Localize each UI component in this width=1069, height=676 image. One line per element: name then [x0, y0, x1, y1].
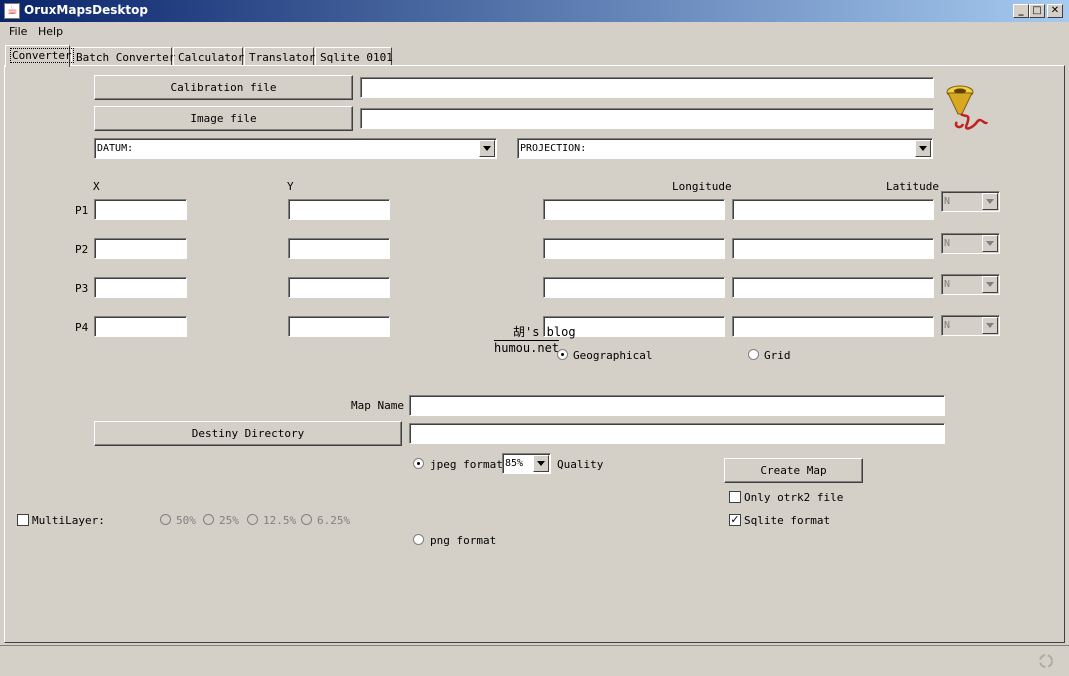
minimize-button[interactable]: _	[1013, 4, 1029, 18]
close-button[interactable]: ✕	[1047, 4, 1063, 18]
datum-value: DATUM:	[97, 143, 134, 154]
p3-y-field[interactable]	[288, 277, 390, 298]
tab-translator[interactable]: Translator	[244, 47, 315, 66]
window-title: OruxMapsDesktop	[24, 3, 148, 17]
menu-file[interactable]: File	[9, 25, 27, 38]
chevron-down-icon	[982, 276, 998, 293]
tab-converter[interactable]: Converter	[5, 45, 74, 67]
tab-label: Converter	[10, 48, 74, 63]
quality-label: Quality	[557, 458, 604, 471]
geographical-label: Geographical	[573, 349, 653, 362]
java-cup-icon[interactable]: ☕	[4, 3, 20, 19]
calibration-file-field[interactable]	[360, 77, 934, 98]
quality-value: 85%	[505, 458, 524, 469]
oruxmaps-funnel-logo	[943, 82, 989, 134]
column-x-label: X	[93, 180, 100, 193]
busy-spinner-icon	[1038, 653, 1054, 669]
p2-y-field[interactable]	[288, 238, 390, 259]
scale-25-label: 25%	[219, 514, 239, 527]
jpeg-format-label: jpeg format	[430, 458, 503, 471]
image-file-field[interactable]	[360, 108, 934, 129]
only-otrk2-label: Only otrk2 file	[744, 491, 844, 504]
scale-25-radio[interactable]	[203, 514, 214, 525]
watermark-text: 胡's blog	[513, 325, 576, 339]
title-bar: ☕ OruxMapsDesktop _ □ ✕	[0, 0, 1069, 22]
point-label: P3	[75, 282, 89, 295]
grid-radio[interactable]	[748, 349, 759, 360]
chevron-down-icon[interactable]	[479, 140, 495, 157]
png-format-radio[interactable]	[413, 534, 424, 545]
chevron-down-icon	[982, 235, 998, 252]
status-bar	[0, 645, 1069, 676]
p1-longitude-field[interactable]	[543, 199, 725, 220]
multilayer-label: MultiLayer:	[32, 514, 105, 527]
destiny-directory-field[interactable]	[409, 423, 945, 444]
datum-select[interactable]: DATUM:	[94, 138, 497, 159]
chevron-down-icon[interactable]	[915, 140, 931, 157]
p2-hemisphere-select[interactable]: N	[941, 233, 1000, 254]
scale-50-label: 50%	[176, 514, 196, 527]
p2-x-field[interactable]	[94, 238, 187, 259]
point-label: P4	[75, 321, 89, 334]
sqlite-format-checkbox[interactable]: ✓	[729, 514, 741, 526]
sqlite-format-label: Sqlite format	[744, 514, 831, 527]
map-name-label: Map Name	[351, 399, 404, 412]
maximize-button[interactable]: □	[1029, 4, 1045, 18]
hemisphere-value: N	[944, 196, 951, 207]
grid-label: Grid	[764, 349, 791, 362]
projection-select[interactable]: PROJECTION:	[517, 138, 933, 159]
scale-12-5-label: 12.5%	[263, 514, 297, 527]
column-longitude-label: Longitude	[672, 180, 732, 193]
hemisphere-value: N	[944, 279, 951, 290]
p3-longitude-field[interactable]	[543, 277, 725, 298]
point-label: P2	[75, 243, 89, 256]
tab-calculator[interactable]: Calculator	[173, 47, 244, 66]
p2-longitude-field[interactable]	[543, 238, 725, 259]
hemisphere-value: N	[944, 320, 951, 331]
chevron-down-icon[interactable]	[533, 455, 549, 472]
p1-latitude-field[interactable]	[732, 199, 934, 220]
hemisphere-value: N	[944, 238, 951, 249]
scale-12-5-radio[interactable]	[247, 514, 258, 525]
create-map-button[interactable]: Create Map	[724, 458, 863, 483]
p3-latitude-field[interactable]	[732, 277, 934, 298]
chevron-down-icon	[982, 317, 998, 334]
p3-hemisphere-select[interactable]: N	[941, 274, 1000, 295]
png-format-label: png format	[430, 534, 497, 547]
scale-50-radio[interactable]	[160, 514, 171, 525]
image-file-button[interactable]: Image file	[94, 106, 353, 131]
tab-sqlite[interactable]: Sqlite 0101	[315, 47, 393, 66]
watermark-url: humou.net	[494, 340, 560, 355]
tab-batch-converter[interactable]: Batch Converter	[71, 47, 175, 66]
p4-latitude-field[interactable]	[732, 316, 934, 337]
point-label: P1	[75, 204, 89, 217]
projection-value: PROJECTION:	[520, 143, 587, 154]
p2-latitude-field[interactable]	[732, 238, 934, 259]
p1-y-field[interactable]	[288, 199, 390, 220]
p1-hemisphere-select[interactable]: N	[941, 191, 1000, 212]
destiny-directory-button[interactable]: Destiny Directory	[94, 421, 402, 446]
column-y-label: Y	[287, 180, 294, 193]
menu-help[interactable]: Help	[38, 25, 63, 38]
menu-bar: File Help	[0, 22, 1069, 42]
p4-y-field[interactable]	[288, 316, 390, 337]
chevron-down-icon	[982, 193, 998, 210]
multilayer-checkbox[interactable]	[17, 514, 29, 526]
scale-6-25-label: 6.25%	[317, 514, 351, 527]
p1-x-field[interactable]	[94, 199, 187, 220]
only-otrk2-checkbox[interactable]	[729, 491, 741, 503]
scale-6-25-radio[interactable]	[301, 514, 312, 525]
map-name-field[interactable]	[409, 395, 945, 416]
calibration-file-button[interactable]: Calibration file	[94, 75, 353, 100]
quality-select[interactable]: 85%	[502, 453, 551, 474]
p3-x-field[interactable]	[94, 277, 187, 298]
geographical-radio[interactable]	[557, 349, 568, 360]
p4-hemisphere-select[interactable]: N	[941, 315, 1000, 336]
column-latitude-label: Latitude	[886, 180, 939, 193]
p4-x-field[interactable]	[94, 316, 187, 337]
jpeg-format-radio[interactable]	[413, 458, 424, 469]
